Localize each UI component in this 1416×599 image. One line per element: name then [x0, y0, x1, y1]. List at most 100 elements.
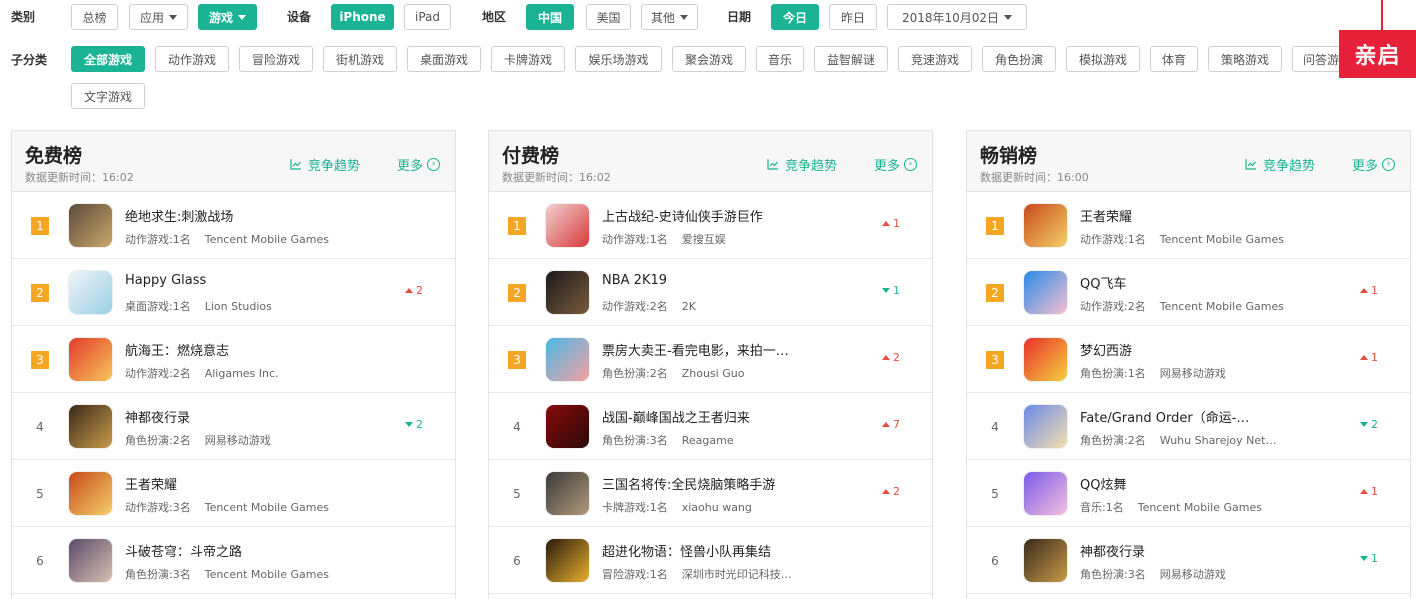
app-category-rank: 桌面游戏:1名 — [125, 300, 191, 313]
app-icon[interactable] — [1023, 203, 1068, 248]
app-icon[interactable] — [68, 404, 113, 449]
more-link[interactable]: 更多 › — [1352, 155, 1396, 174]
app-name[interactable]: 神都夜行录 — [1080, 541, 1145, 560]
app-developer: 网易移动游戏 — [1159, 568, 1226, 581]
app-name[interactable]: 战国-巅峰国战之王者归来 — [602, 407, 750, 426]
app-category-rank: 角色扮演:2名 — [602, 367, 668, 380]
app-row[interactable]: 4 Fate/Grand Order（命运-… 角色扮演:2名 Wuhu Shar… — [967, 393, 1410, 460]
sub-adventure[interactable]: 冒险游戏 — [239, 46, 313, 72]
sub-rpg[interactable]: 角色扮演 — [982, 46, 1056, 72]
app-icon[interactable] — [68, 337, 113, 382]
app-row[interactable]: 1 上古战纪-史诗仙侠手游巨作 动作游戏:1名 爱搜互娱 1 — [489, 192, 932, 259]
app-row[interactable]: 4 神都夜行录 角色扮演:2名 网易移动游戏 2 — [12, 393, 455, 460]
region-china-button[interactable]: 中国 — [526, 4, 574, 30]
app-row[interactable]: 4 战国-巅峰国战之王者归来 角色扮演:3名 Reagame 7 — [489, 393, 932, 460]
more-link[interactable]: 更多 › — [397, 155, 441, 174]
sub-strategy[interactable]: 策略游戏 — [1208, 46, 1282, 72]
app-icon[interactable] — [545, 471, 590, 516]
category-all-button[interactable]: 总榜 — [71, 4, 118, 30]
app-row[interactable]: 3 票房大卖王-看完电影，来拍一… 角色扮演:2名 Zhousi Guo 2 — [489, 326, 932, 393]
app-name[interactable]: 神都夜行录 — [125, 407, 190, 426]
trend-link[interactable]: 竞争趋势 — [1245, 155, 1315, 174]
app-name[interactable]: QQ炫舞 — [1080, 474, 1126, 493]
region-us-button[interactable]: 美国 — [586, 4, 631, 30]
app-meta: 音乐:1名 Tencent Mobile Games — [1080, 499, 1262, 515]
category-apps-dropdown[interactable]: 应用 — [129, 4, 188, 30]
app-name[interactable]: 航海王：燃烧意志 — [125, 340, 229, 359]
region-other-dropdown[interactable]: 其他 — [641, 4, 698, 30]
app-icon[interactable] — [545, 404, 590, 449]
app-name[interactable]: Happy Glass — [125, 273, 206, 288]
app-name[interactable]: 上古战纪-史诗仙侠手游巨作 — [602, 206, 763, 225]
app-row[interactable]: 3 梦幻西游 角色扮演:1名 网易移动游戏 1 — [967, 326, 1410, 393]
app-name[interactable]: 超进化物语：怪兽小队再集结 — [602, 541, 771, 560]
app-row[interactable]: 6 超进化物语：怪兽小队再集结 冒险游戏:1名 深圳市时光印记科技… — [489, 527, 932, 594]
sub-simulation[interactable]: 模拟游戏 — [1066, 46, 1140, 72]
app-icon[interactable] — [68, 270, 113, 315]
app-icon[interactable] — [1023, 404, 1068, 449]
app-icon[interactable] — [68, 203, 113, 248]
promo-ribbon[interactable]: 亲启 — [1339, 30, 1416, 78]
app-icon[interactable] — [1023, 538, 1068, 583]
app-row[interactable]: 5 王者荣耀 动作游戏:3名 Tencent Mobile Games — [12, 460, 455, 527]
category-games-dropdown[interactable]: 游戏 — [198, 4, 257, 30]
app-name[interactable]: 梦幻西游 — [1080, 340, 1132, 359]
sub-sports[interactable]: 体育 — [1150, 46, 1198, 72]
app-row[interactable]: 2 QQ飞车 动作游戏:2名 Tencent Mobile Games 1 — [967, 259, 1410, 326]
app-icon[interactable] — [545, 337, 590, 382]
app-row[interactable]: 3 航海王：燃烧意志 动作游戏:2名 Aligames Inc. — [12, 326, 455, 393]
app-icon[interactable] — [545, 203, 590, 248]
app-row[interactable]: 5 QQ炫舞 音乐:1名 Tencent Mobile Games 1 — [967, 460, 1410, 527]
category-apps-label: 应用 — [140, 10, 165, 25]
date-picker-dropdown[interactable]: 2018年10月02日 — [887, 4, 1027, 30]
date-yesterday-button[interactable]: 昨日 — [829, 4, 877, 30]
app-icon[interactable] — [68, 471, 113, 516]
app-icon[interactable] — [545, 538, 590, 583]
app-name[interactable]: 票房大卖王-看完电影，来拍一… — [602, 340, 789, 359]
app-row[interactable]: 6 神都夜行录 角色扮演:3名 网易移动游戏 1 — [967, 527, 1410, 594]
app-name[interactable]: 王者荣耀 — [1080, 206, 1132, 225]
app-icon[interactable] — [1023, 270, 1068, 315]
app-name[interactable]: 斗破苍穹：斗帝之路 — [125, 541, 242, 560]
sub-party[interactable]: 聚会游戏 — [672, 46, 746, 72]
app-icon[interactable] — [68, 538, 113, 583]
app-row[interactable]: 1 绝地求生:刺激战场 动作游戏:1名 Tencent Mobile Games — [12, 192, 455, 259]
more-link[interactable]: 更多 › — [874, 155, 918, 174]
trend-link[interactable]: 竞争趋势 — [767, 155, 837, 174]
trend-link[interactable]: 竞争趋势 — [290, 155, 360, 174]
app-name[interactable]: 王者荣耀 — [125, 474, 177, 493]
sub-arcade[interactable]: 街机游戏 — [323, 46, 397, 72]
app-icon[interactable] — [1023, 337, 1068, 382]
app-row[interactable]: 2 NBA 2K19 动作游戏:2名 2K 1 — [489, 259, 932, 326]
sub-music[interactable]: 音乐 — [756, 46, 804, 72]
app-icon[interactable] — [545, 270, 590, 315]
sub-word[interactable]: 文字游戏 — [71, 83, 145, 109]
sub-board[interactable]: 桌面游戏 — [407, 46, 481, 72]
date-today-button[interactable]: 今日 — [771, 4, 819, 30]
app-name[interactable]: NBA 2K19 — [602, 273, 667, 288]
app-name[interactable]: QQ飞车 — [1080, 273, 1126, 292]
app-icon[interactable] — [1023, 471, 1068, 516]
sub-all-games[interactable]: 全部游戏 — [71, 46, 145, 72]
app-row[interactable]: 1 王者荣耀 动作游戏:1名 Tencent Mobile Games — [967, 192, 1410, 259]
sub-racing[interactable]: 竞速游戏 — [898, 46, 972, 72]
app-name[interactable]: 绝地求生:刺激战场 — [125, 206, 233, 225]
sub-puzzle[interactable]: 益智解谜 — [814, 46, 888, 72]
rank-change-value: 2 — [416, 284, 423, 297]
app-name[interactable]: 三国名将传:全民烧脑策略手游 — [602, 474, 775, 493]
device-ipad-button[interactable]: iPad — [404, 4, 451, 30]
app-row[interactable]: 6 斗破苍穹：斗帝之路 角色扮演:3名 Tencent Mobile Games — [12, 527, 455, 594]
rank-change-down: 1 — [882, 284, 900, 297]
app-row[interactable]: 5 三国名将传:全民烧脑策略手游 卡牌游戏:1名 xiaohu wang 2 — [489, 460, 932, 527]
device-iphone-button[interactable]: iPhone — [331, 4, 394, 30]
sub-casino[interactable]: 娱乐场游戏 — [575, 46, 662, 72]
grossing-chart-panel: 畅销榜 数据更新时间：16:00 竞争趋势 更多 › 1 王者荣耀 动作游戏:1… — [966, 130, 1411, 599]
app-meta: 动作游戏:1名 Tencent Mobile Games — [125, 231, 329, 247]
app-meta: 桌面游戏:1名 Lion Studios — [125, 298, 272, 314]
app-name[interactable]: Fate/Grand Order（命运-… — [1080, 407, 1249, 426]
app-row[interactable]: 2 Happy Glass 桌面游戏:1名 Lion Studios 2 — [12, 259, 455, 326]
rank-number: 5 — [36, 487, 44, 501]
rank-change-up: 2 — [882, 351, 900, 364]
sub-action[interactable]: 动作游戏 — [155, 46, 229, 72]
sub-card[interactable]: 卡牌游戏 — [491, 46, 565, 72]
